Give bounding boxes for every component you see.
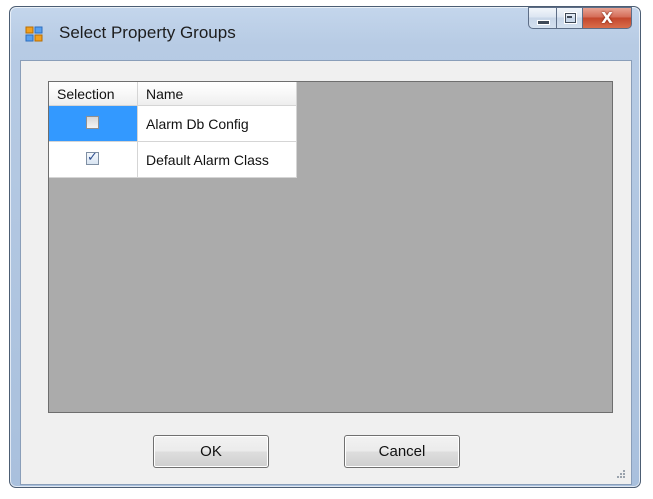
property-group-name: Alarm Db Config [146, 116, 249, 132]
window-app-icon [25, 26, 43, 42]
resize-grip-dot [617, 476, 619, 478]
column-header-name[interactable]: Name [138, 82, 297, 106]
close-icon: X [601, 9, 613, 27]
property-group-name: Default Alarm Class [146, 152, 269, 168]
column-header-selection[interactable]: Selection [49, 82, 138, 106]
minimize-button[interactable] [528, 7, 556, 29]
dialog-client-area: Selection Name Alarm Db Config ✓ Default… [20, 60, 632, 485]
selection-checkbox[interactable]: ✓ [86, 150, 99, 165]
grid-header-row: Selection Name [49, 82, 297, 106]
selection-checkbox[interactable] [86, 116, 99, 129]
resize-grip-dot [620, 473, 622, 475]
close-button[interactable]: X [583, 7, 632, 29]
title-bar[interactable]: Select Property Groups X [10, 7, 640, 57]
checkmark-icon: ✓ [87, 150, 98, 165]
window-title: Select Property Groups [59, 23, 236, 42]
selection-cell[interactable]: ✓ [49, 142, 138, 178]
table-row[interactable]: Alarm Db Config [49, 106, 297, 142]
resize-grip-dot [623, 476, 625, 478]
maximize-icon [564, 12, 577, 24]
resize-grip-icon[interactable] [615, 468, 627, 480]
minimize-icon [537, 20, 550, 25]
name-cell[interactable]: Default Alarm Class [138, 142, 297, 178]
name-cell[interactable]: Alarm Db Config [138, 106, 297, 142]
cancel-button[interactable]: Cancel [344, 435, 460, 468]
resize-grip-dot [623, 470, 625, 472]
resize-grip-dot [620, 476, 622, 478]
ok-button[interactable]: OK [153, 435, 269, 468]
selection-cell[interactable] [49, 106, 138, 142]
table-row[interactable]: ✓ Default Alarm Class [49, 142, 297, 178]
resize-grip-dot [623, 473, 625, 475]
property-groups-grid[interactable]: Selection Name Alarm Db Config ✓ Default… [48, 81, 613, 413]
maximize-button[interactable] [556, 7, 583, 29]
dialog-window: Select Property Groups X Selection Name [9, 6, 641, 488]
caption-buttons: X [528, 7, 632, 29]
